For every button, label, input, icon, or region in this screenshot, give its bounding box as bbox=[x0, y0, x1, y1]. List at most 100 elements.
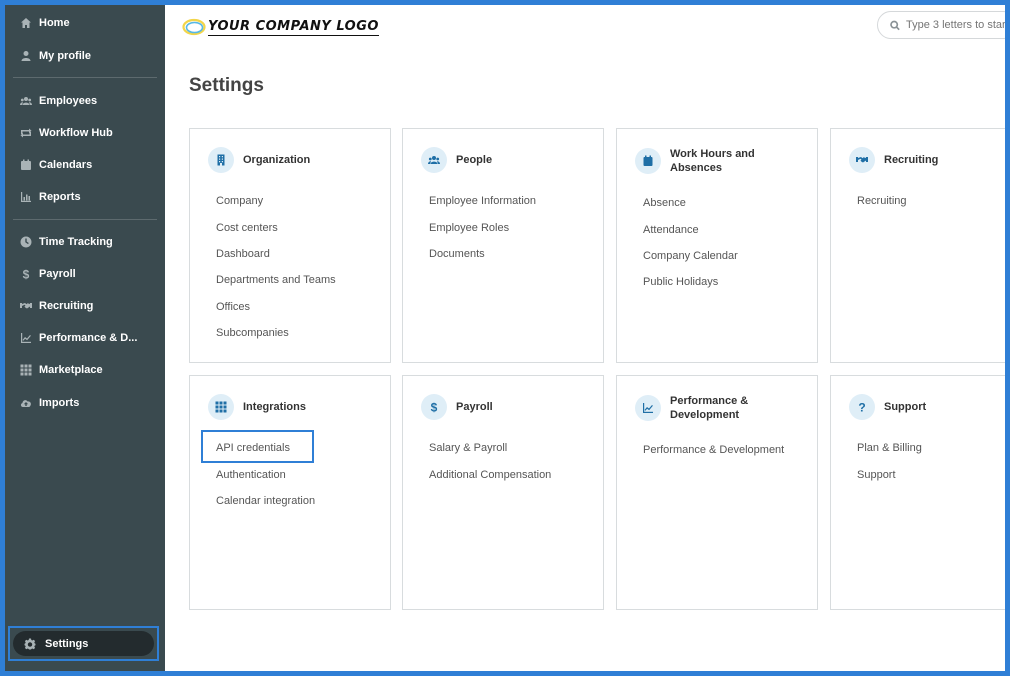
handshake-icon bbox=[19, 299, 33, 313]
dollar-icon: $ bbox=[19, 267, 33, 281]
page-title: Settings bbox=[189, 75, 264, 96]
link-dashboard[interactable]: Dashboard bbox=[216, 241, 336, 267]
logo-text: YOUR COMPANY LOGO bbox=[208, 18, 379, 36]
users-icon bbox=[19, 94, 33, 108]
sidebar-divider bbox=[13, 77, 157, 78]
sidebar-item-label: Calendars bbox=[39, 159, 93, 171]
logo-swoosh-icon bbox=[182, 18, 206, 36]
chart-icon bbox=[19, 190, 33, 204]
link-company-calendar[interactable]: Company Calendar bbox=[643, 243, 738, 269]
workflow-icon bbox=[19, 126, 33, 140]
card-performance-and-development: Performance & Development Performance & … bbox=[616, 375, 818, 610]
link-offices[interactable]: Offices bbox=[216, 294, 336, 320]
link-additional-compensation[interactable]: Additional Compensation bbox=[429, 461, 551, 487]
sidebar-item-label: Reports bbox=[39, 191, 81, 203]
svg-text:$: $ bbox=[23, 268, 30, 280]
sidebar-item-employees[interactable]: Employees bbox=[5, 88, 165, 114]
card-title: Integrations bbox=[243, 401, 306, 413]
api-credentials-highlight bbox=[201, 430, 314, 463]
card-organization: Organization Company Cost centers Dashbo… bbox=[189, 128, 391, 363]
link-salary-and-payroll[interactable]: Salary & Payroll bbox=[429, 435, 551, 461]
link-public-holidays[interactable]: Public Holidays bbox=[643, 269, 738, 295]
sidebar-item-my-profile[interactable]: My profile bbox=[5, 43, 165, 69]
app-window: Home My profile Employees Workflow Hub C… bbox=[5, 5, 1005, 671]
link-attendance[interactable]: Attendance bbox=[643, 216, 738, 242]
link-company[interactable]: Company bbox=[216, 188, 336, 214]
link-departments-and-teams[interactable]: Departments and Teams bbox=[216, 267, 336, 293]
sidebar-item-performance[interactable]: Performance & D... bbox=[5, 325, 165, 351]
svg-text:$: $ bbox=[431, 401, 438, 413]
sidebar-item-label: Home bbox=[39, 17, 70, 29]
sidebar-item-label: Imports bbox=[39, 397, 80, 409]
dollar-icon: $ bbox=[421, 394, 447, 420]
sidebar-item-workflow-hub[interactable]: Workflow Hub bbox=[5, 120, 165, 146]
grid-icon bbox=[208, 394, 234, 420]
link-performance-and-development[interactable]: Performance & Development bbox=[643, 437, 784, 463]
link-cost-centers[interactable]: Cost centers bbox=[216, 214, 336, 240]
sidebar-item-settings[interactable]: Settings bbox=[13, 631, 154, 656]
question-icon: ? bbox=[849, 394, 875, 420]
handshake-icon bbox=[849, 147, 875, 173]
sidebar: Home My profile Employees Workflow Hub C… bbox=[5, 5, 165, 671]
link-documents[interactable]: Documents bbox=[429, 241, 536, 267]
sidebar-item-time-tracking[interactable]: Time Tracking bbox=[5, 229, 165, 255]
sidebar-item-label: Settings bbox=[45, 637, 89, 650]
settings-highlight: Settings bbox=[8, 626, 159, 661]
link-support[interactable]: Support bbox=[857, 461, 922, 487]
search-box[interactable] bbox=[877, 11, 1005, 39]
user-icon bbox=[19, 49, 33, 63]
search-input[interactable] bbox=[906, 19, 1005, 31]
users-icon bbox=[421, 147, 447, 173]
link-employee-information[interactable]: Employee Information bbox=[429, 188, 536, 214]
home-icon bbox=[19, 16, 33, 30]
search-icon bbox=[890, 20, 900, 30]
sidebar-item-label: Time Tracking bbox=[39, 236, 113, 248]
link-employee-roles[interactable]: Employee Roles bbox=[429, 214, 536, 240]
svg-text:?: ? bbox=[858, 401, 865, 413]
sidebar-item-label: Employees bbox=[39, 95, 98, 107]
sidebar-item-marketplace[interactable]: Marketplace bbox=[5, 357, 165, 383]
card-title: People bbox=[456, 154, 493, 166]
card-integrations: Integrations API credentials Authenticat… bbox=[189, 375, 391, 610]
card-title: Work Hours and Absences bbox=[670, 148, 755, 174]
card-support: ? Support Plan & Billing Support bbox=[830, 375, 1005, 610]
sidebar-divider bbox=[13, 219, 157, 220]
sidebar-item-label: Marketplace bbox=[39, 364, 103, 376]
gear-icon bbox=[23, 637, 37, 651]
sidebar-item-label: My profile bbox=[39, 50, 91, 62]
sidebar-item-home[interactable]: Home bbox=[5, 10, 165, 36]
card-people: People Employee Information Employee Rol… bbox=[402, 128, 604, 363]
calendar-icon bbox=[635, 148, 661, 174]
link-absence[interactable]: Absence bbox=[643, 190, 738, 216]
card-title: Recruiting bbox=[884, 154, 939, 166]
card-title: Payroll bbox=[456, 401, 493, 413]
sidebar-item-payroll[interactable]: $ Payroll bbox=[5, 261, 165, 287]
card-title: Support bbox=[884, 401, 927, 413]
card-payroll: $ Payroll Salary & Payroll Additional Co… bbox=[402, 375, 604, 610]
link-authentication[interactable]: Authentication bbox=[216, 461, 315, 487]
building-icon bbox=[208, 147, 234, 173]
sidebar-item-label: Payroll bbox=[39, 268, 76, 280]
link-subcompanies[interactable]: Subcompanies bbox=[216, 320, 336, 346]
sidebar-item-label: Performance & D... bbox=[39, 332, 138, 344]
company-logo[interactable]: YOUR COMPANY LOGO bbox=[182, 15, 379, 39]
sidebar-item-recruiting[interactable]: Recruiting bbox=[5, 293, 165, 319]
link-plan-and-billing[interactable]: Plan & Billing bbox=[857, 435, 922, 461]
sidebar-item-calendars[interactable]: Calendars bbox=[5, 152, 165, 178]
link-calendar-integration[interactable]: Calendar integration bbox=[216, 488, 315, 514]
trend-icon bbox=[19, 331, 33, 345]
trend-icon bbox=[635, 395, 661, 421]
card-title: Organization bbox=[243, 154, 311, 166]
clock-icon bbox=[19, 235, 33, 249]
sidebar-item-reports[interactable]: Reports bbox=[5, 184, 165, 210]
sidebar-item-label: Recruiting bbox=[39, 300, 94, 312]
card-title: Performance & Development bbox=[670, 395, 749, 421]
grid-icon bbox=[19, 363, 33, 377]
cloud-upload-icon bbox=[19, 396, 33, 410]
sidebar-item-label: Workflow Hub bbox=[39, 127, 113, 139]
card-recruiting: Recruiting Recruiting bbox=[830, 128, 1005, 363]
link-recruiting[interactable]: Recruiting bbox=[857, 188, 907, 214]
card-work-hours-and-absences: Work Hours and Absences Absence Attendan… bbox=[616, 128, 818, 363]
calendar-icon bbox=[19, 158, 33, 172]
sidebar-item-imports[interactable]: Imports bbox=[5, 390, 165, 416]
